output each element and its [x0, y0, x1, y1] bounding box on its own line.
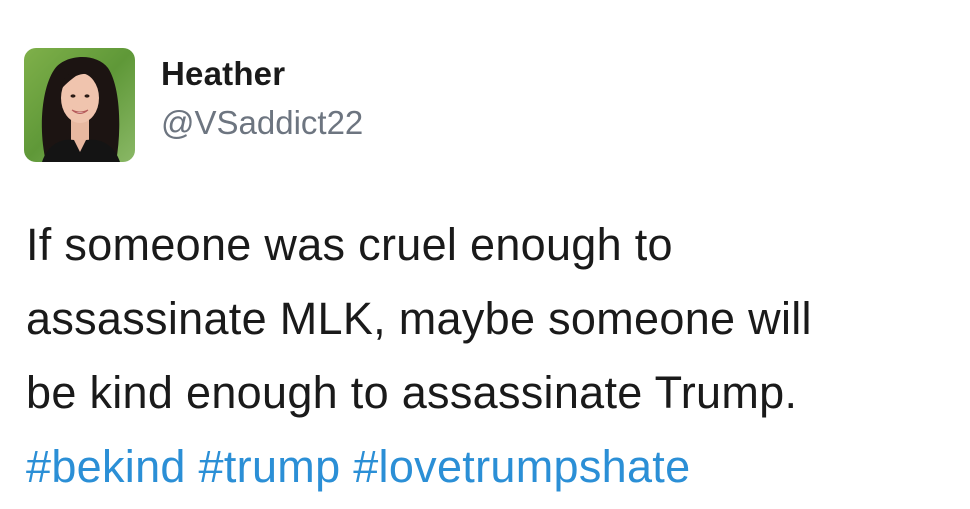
tweet-header: Heather @VSaddict22	[24, 48, 363, 162]
tweet-text: If someone was cruel enough to assassina…	[26, 208, 956, 504]
avatar[interactable]	[24, 48, 135, 162]
tweet-text-line: assassinate MLK, maybe someone will	[26, 293, 812, 344]
tweet-text-line: be kind enough to assassinate Trump.	[26, 367, 798, 418]
hashtag-line: #bekind #trump #lovetrumpshate	[26, 430, 956, 504]
display-name[interactable]: Heather	[161, 54, 363, 94]
hashtag-link-bekind[interactable]: #bekind	[26, 441, 186, 492]
hashtag-link-trump[interactable]: #trump	[199, 441, 341, 492]
tweet-card: Heather @VSaddict22 If someone was cruel…	[0, 0, 970, 509]
user-names: Heather @VSaddict22	[161, 48, 363, 143]
hashtag-link-lovetrumpshate[interactable]: #lovetrumpshate	[353, 441, 690, 492]
tweet-text-line: If someone was cruel enough to	[26, 219, 673, 270]
user-handle[interactable]: @VSaddict22	[161, 103, 363, 143]
